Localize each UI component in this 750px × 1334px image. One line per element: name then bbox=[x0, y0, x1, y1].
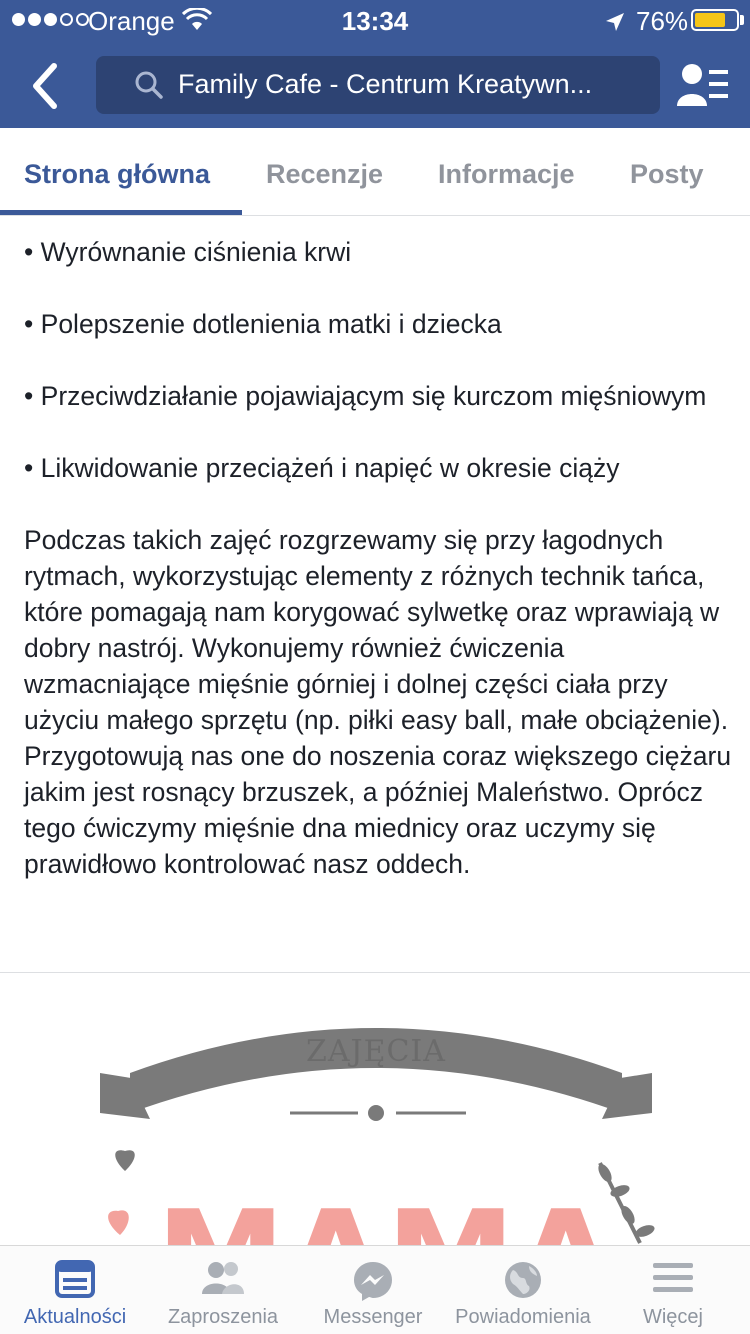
battery-percent: 76% bbox=[636, 6, 689, 36]
post-text: • Wyrównanie ciśnienia krwi • Polepszeni… bbox=[24, 234, 734, 882]
tab-news-feed[interactable]: Aktualności bbox=[0, 1246, 150, 1334]
description-paragraph: Podczas takich zajęć rozgrzewamy się prz… bbox=[24, 525, 732, 879]
page-tabs: Strona główna Recenzje Informacje Posty bbox=[0, 128, 750, 216]
bullet-item: • Przeciwdziałanie pojawiającym się kurc… bbox=[24, 381, 707, 411]
bottom-tab-bar: Aktualności Zaproszenia Messenger Powiad… bbox=[0, 1245, 750, 1334]
logo-title-text: MAMA bbox=[156, 1182, 616, 1245]
tab-more[interactable]: Więcej bbox=[598, 1246, 748, 1334]
tab-notifications-label: Powiadomienia bbox=[455, 1306, 591, 1328]
globe-notifications-icon bbox=[503, 1260, 543, 1305]
search-query: Family Cafe - Centrum Kreatywn... bbox=[178, 69, 593, 99]
tab-posts[interactable]: Posty bbox=[630, 128, 704, 216]
tab-messenger[interactable]: Messenger bbox=[298, 1246, 448, 1334]
status-bar: Orange 13:34 76% bbox=[0, 0, 750, 40]
news-feed-icon bbox=[55, 1260, 95, 1303]
menu-icon bbox=[652, 1260, 694, 1301]
messenger-icon bbox=[352, 1260, 394, 1307]
tab-reviews[interactable]: Recenzje bbox=[266, 128, 383, 216]
tab-home[interactable]: Strona główna bbox=[24, 128, 210, 216]
search-icon bbox=[134, 70, 164, 105]
bullet-item: • Likwidowanie przeciążeń i napięć w okr… bbox=[24, 453, 620, 483]
search-bar[interactable]: Family Cafe - Centrum Kreatywn... bbox=[96, 56, 660, 114]
battery-level-fill bbox=[695, 13, 725, 27]
logo-banner-text: ZAJĘCIA bbox=[306, 1034, 446, 1069]
friends-list-button[interactable] bbox=[676, 62, 730, 108]
app-header: Orange 13:34 76% Family Cafe - Centrum K… bbox=[0, 0, 750, 128]
person-list-icon bbox=[677, 64, 728, 106]
battery-icon bbox=[691, 9, 739, 31]
chevron-left-icon bbox=[33, 63, 57, 109]
tab-messenger-label: Messenger bbox=[323, 1306, 423, 1328]
tab-news-feed-label: Aktualności bbox=[23, 1306, 127, 1328]
tab-more-label: Więcej bbox=[642, 1306, 703, 1328]
location-arrow-icon bbox=[604, 9, 626, 40]
bullet-item: • Wyrównanie ciśnienia krwi bbox=[24, 237, 352, 267]
active-tab-indicator bbox=[0, 210, 242, 215]
tab-notifications[interactable]: Powiadomienia bbox=[448, 1246, 598, 1334]
tab-friend-requests-label: Zaproszenia bbox=[167, 1306, 279, 1328]
bullet-item: • Polepszenie dotlenienia matki i dzieck… bbox=[24, 309, 502, 339]
friend-requests-icon bbox=[200, 1260, 246, 1301]
tab-info[interactable]: Informacje bbox=[438, 128, 575, 216]
back-button[interactable] bbox=[24, 58, 68, 114]
battery-cap bbox=[740, 15, 744, 25]
tab-friend-requests[interactable]: Zaproszenia bbox=[148, 1246, 298, 1334]
class-logo-graphic: ZAJĘCIA MAMA bbox=[100, 1028, 655, 1245]
post-image[interactable]: ZAJĘCIA MAMA bbox=[0, 973, 750, 1245]
